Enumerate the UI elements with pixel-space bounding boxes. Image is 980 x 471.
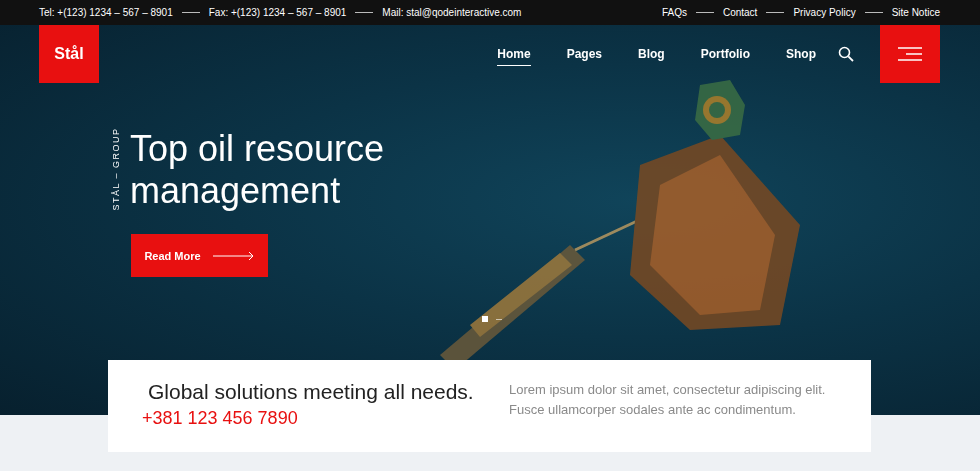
top-bar: Tel: +(123) 1234 – 567 – 8901 Fax: +(123)… [0,0,980,25]
separator [696,12,714,13]
top-link[interactable]: Privacy Policy [793,7,855,18]
nav-item[interactable]: Home [497,43,530,66]
oil-rig-image [0,25,980,415]
hero-section: Stål Home Pages Blog Portfolio Shop STÅL – GRO… [0,25,980,471]
top-link[interactable]: Contact [723,7,757,18]
header-right: Home Pages Blog Portfolio Shop [497,25,940,83]
top-link[interactable]: FAQs [662,7,687,18]
search-icon [838,46,854,62]
main-nav: Home Pages Blog Portfolio Shop [497,43,816,66]
card-left: Global solutions meeting all needs.+381 … [148,380,509,429]
separator [766,12,784,13]
separator [182,12,200,13]
tagline-box: STÅL – GROUP [109,128,123,210]
menu-button[interactable] [880,25,940,83]
slider-dot[interactable] [496,319,502,320]
card-text: Lorem ipsum dolor sit amet, consectetur … [509,380,841,420]
separator [355,12,373,13]
arrow-icon [213,251,255,261]
nav-item[interactable]: Blog [638,43,665,66]
hero-text: Top oil resource management Read More [130,128,430,277]
contact-item: Fax: +(123) 1234 – 567 – 8901 [209,7,347,18]
slider-dots [482,316,502,322]
phone-number[interactable]: +381 123 456 7890 [142,408,509,429]
header: Stål Home Pages Blog Portfolio Shop [39,25,940,83]
nav-item[interactable]: Shop [786,43,816,66]
contact-item: Mail: stal@qodeinteractive.com [382,7,521,18]
hamburger-icon [898,46,922,62]
button-label: Read More [144,250,200,262]
read-more-button[interactable]: Read More [131,234,268,277]
hero-row: STÅL – GROUP Top oil resource management R… [109,83,940,277]
separator [865,12,883,13]
tagline: STÅL – GROUP [111,127,121,210]
page-content: Stål Home Pages Blog Portfolio Shop STÅL – GRO… [0,25,980,452]
nav-item[interactable]: Portfolio [701,43,750,66]
hero-photo [0,25,980,415]
card-heading: Global solutions meeting all needs. [148,380,509,404]
top-link[interactable]: Site Notice [892,7,940,18]
contact-info: Tel: +(123) 1234 – 567 – 8901 Fax: +(123)… [39,7,521,18]
top-links: FAQs Contact Privacy Policy Site Notice [662,7,940,18]
info-card: Global solutions meeting all needs. +381 … [108,360,871,452]
logo[interactable]: Stål [39,25,99,83]
nav-item[interactable]: Pages [567,43,602,66]
hero-title: Top oil resource management [130,128,430,212]
search-button[interactable] [838,46,854,62]
hero: STÅL – GROUP Top oil resource management R… [39,83,940,360]
slider-dot[interactable] [482,316,488,322]
contact-item: Tel: +(123) 1234 – 567 – 8901 [39,7,173,18]
